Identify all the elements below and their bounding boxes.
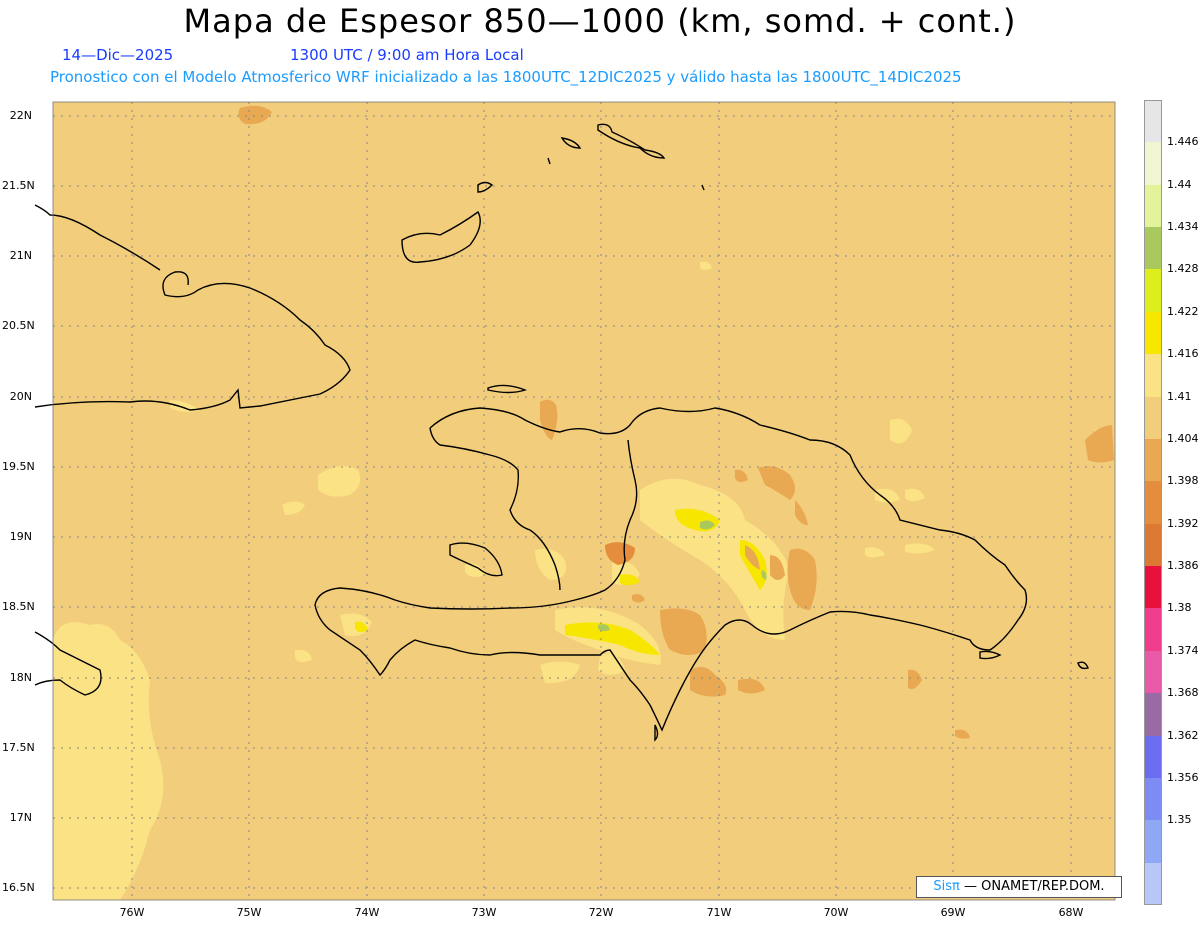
colorbar-label: 1.356 (1167, 770, 1199, 784)
colorbar-label: 1.386 (1167, 559, 1199, 573)
colorbar-label: 1.404 (1167, 431, 1199, 445)
lon-label: 72W (588, 906, 614, 919)
colorbar-label: 1.38 (1167, 601, 1192, 615)
lon-label: 71W (706, 906, 732, 919)
credit-box: Sisπ — ONAMET/REP.DOM. (916, 876, 1122, 898)
credit-text: — ONAMET/REP.DOM. (964, 879, 1105, 894)
colorbar-label: 1.374 (1167, 643, 1199, 657)
map-field (53, 102, 1115, 900)
colorbar-frame (1144, 100, 1162, 905)
thickness-map (34, 101, 1116, 901)
colorbar-label: 1.434 (1167, 220, 1199, 234)
lon-label: 76W (119, 906, 145, 919)
lon-label: 73W (471, 906, 497, 919)
lon-label: 75W (236, 906, 262, 919)
lat-label: 18.5N (2, 600, 35, 613)
colorbar-label: 1.428 (1167, 262, 1199, 276)
lat-label: 17.5N (2, 741, 35, 754)
lat-label: 17N (9, 811, 32, 824)
lat-label: 19N (9, 530, 32, 543)
colorbar-label: 1.392 (1167, 516, 1199, 530)
lat-label: 19.5N (2, 460, 35, 473)
colorbar-label: 1.416 (1167, 347, 1199, 361)
colorbar-label: 1.41 (1167, 389, 1192, 403)
lat-label: 22N (9, 109, 32, 122)
colorbar-label: 1.44 (1167, 177, 1192, 191)
lon-label: 70W (823, 906, 849, 919)
lat-label: 20.5N (2, 319, 35, 332)
lat-label: 18N (9, 671, 32, 684)
colorbar-label: 1.398 (1167, 474, 1199, 488)
credit-brand: Sisπ (933, 879, 960, 894)
lon-label: 74W (354, 906, 380, 919)
colorbar-label: 1.35 (1167, 813, 1192, 827)
colorbar-label: 1.422 (1167, 304, 1199, 318)
colorbar-label: 1.368 (1167, 686, 1199, 700)
lon-label: 68W (1058, 906, 1084, 919)
lat-label: 21N (9, 249, 32, 262)
lat-label: 20N (9, 390, 32, 403)
colorbar-label: 1.446 (1167, 135, 1199, 149)
lat-label: 21.5N (2, 179, 35, 192)
colorbar-label: 1.362 (1167, 728, 1199, 742)
lat-label: 16.5N (2, 881, 35, 894)
lon-label: 69W (940, 906, 966, 919)
